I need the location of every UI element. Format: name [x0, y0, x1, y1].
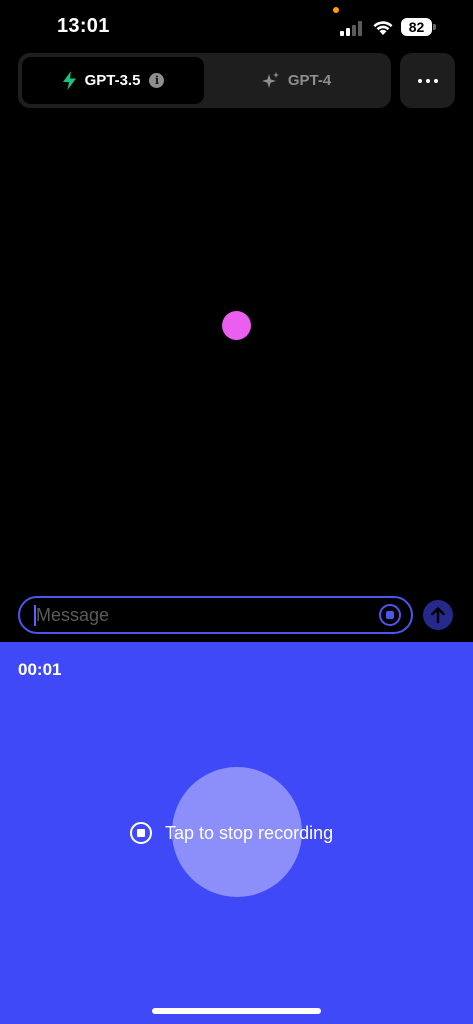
arrow-up-icon	[431, 607, 445, 623]
tab-gpt-3-5-label: GPT-3.5	[84, 72, 141, 89]
more-dot-icon	[433, 78, 438, 83]
status-time: 13:01	[57, 15, 110, 37]
stop-recording-inline-icon[interactable]	[379, 604, 401, 626]
wifi-icon	[373, 21, 393, 35]
info-icon[interactable]: i	[149, 73, 165, 88]
cellular-signal-icon	[340, 21, 362, 36]
battery-level: 82	[401, 18, 432, 36]
more-options-button[interactable]	[400, 53, 455, 108]
recording-panel: 00:01 Tap to stop recording	[0, 642, 473, 1024]
lightning-icon	[62, 71, 76, 90]
microphone-in-use-indicator	[333, 7, 339, 13]
tab-gpt-4[interactable]: GPT-4	[206, 57, 387, 104]
more-dot-icon	[417, 78, 422, 83]
battery-cap	[433, 24, 436, 30]
message-field[interactable]	[18, 596, 413, 634]
status-bar: 13:01 82	[0, 0, 473, 52]
recording-timer: 00:01	[18, 660, 62, 679]
stop-recording-button[interactable]: Tap to stop recording	[130, 821, 333, 845]
send-button[interactable]	[423, 600, 453, 630]
stop-icon	[130, 822, 152, 844]
message-input[interactable]	[36, 598, 376, 632]
home-indicator[interactable]	[152, 1008, 321, 1014]
model-selector: GPT-3.5 i GPT-4	[18, 53, 391, 108]
tab-gpt-3-5[interactable]: GPT-3.5 i	[22, 57, 204, 104]
chatgpt-voice-screen: 13:01 82 GPT-3.5 i GPT-4 Message 00:01 T…	[0, 0, 473, 1024]
voice-activity-orb	[222, 311, 251, 340]
more-dot-icon	[425, 78, 430, 83]
stop-recording-label: Tap to stop recording	[165, 822, 334, 843]
sparkles-icon	[261, 71, 279, 88]
tab-gpt-4-label: GPT-4	[287, 72, 332, 89]
battery-indicator: 82	[401, 18, 437, 36]
